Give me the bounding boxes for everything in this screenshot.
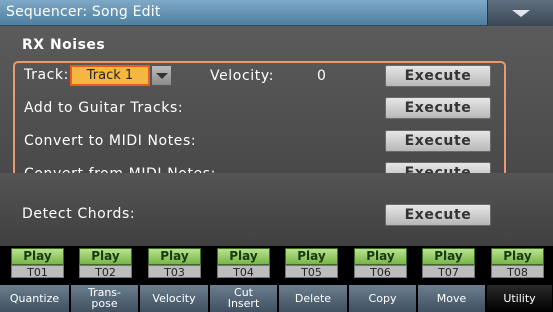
track-cell: Play T01 bbox=[11, 248, 64, 279]
track-strip: Play T01 Play T02 Play T03 Play T04 Play… bbox=[0, 246, 553, 279]
track-cell: Play T03 bbox=[148, 248, 201, 279]
track-number: T08 bbox=[491, 265, 544, 279]
track-dropdown-button[interactable] bbox=[151, 65, 172, 86]
track-number: T01 bbox=[11, 265, 64, 279]
tab-delete[interactable]: Delete bbox=[279, 285, 348, 312]
add-guitar-label: Add to Guitar Tracks: bbox=[24, 100, 184, 116]
play-button[interactable]: Play bbox=[148, 248, 201, 265]
execute-rx-button[interactable]: Execute bbox=[385, 65, 491, 87]
section-title: RX Noises bbox=[22, 37, 106, 53]
track-cell: Play T07 bbox=[422, 248, 475, 279]
play-button[interactable]: Play bbox=[354, 248, 407, 265]
play-button[interactable]: Play bbox=[422, 248, 475, 265]
track-number: T05 bbox=[285, 265, 338, 279]
tab-move[interactable]: Move bbox=[418, 285, 486, 312]
convert-to-midi-label: Convert to MIDI Notes: bbox=[24, 133, 197, 149]
track-number: T02 bbox=[79, 265, 132, 279]
track-cell: Play T05 bbox=[285, 248, 338, 279]
execute-detect-chords-button[interactable]: Execute bbox=[385, 204, 491, 226]
track-cell: Play T08 bbox=[491, 248, 544, 279]
track-number: T07 bbox=[422, 265, 475, 279]
detect-chords-label: Detect Chords: bbox=[22, 206, 136, 222]
track-cell: Play T02 bbox=[79, 248, 132, 279]
track-number: T03 bbox=[148, 265, 201, 279]
play-button[interactable]: Play bbox=[79, 248, 132, 265]
track-number: T04 bbox=[217, 265, 270, 279]
tab-transpose[interactable]: Trans- pose bbox=[71, 285, 139, 312]
window-title: Sequencer: Song Edit bbox=[6, 4, 161, 20]
tab-copy[interactable]: Copy bbox=[349, 285, 417, 312]
play-button[interactable]: Play bbox=[217, 248, 270, 265]
tab-bar: Quantize Trans- pose Velocity Cut Insert… bbox=[0, 285, 553, 312]
velocity-value[interactable]: 0 bbox=[317, 68, 326, 84]
track-select[interactable]: Track 1 bbox=[70, 65, 150, 86]
velocity-label: Velocity: bbox=[210, 68, 275, 84]
chevron-down-icon bbox=[512, 10, 530, 17]
detect-panel: Detect Chords: Execute bbox=[0, 173, 553, 246]
play-button[interactable]: Play bbox=[285, 248, 338, 265]
title-bar: Sequencer: Song Edit bbox=[0, 0, 553, 26]
track-number: T06 bbox=[354, 265, 407, 279]
tab-cut-insert[interactable]: Cut Insert bbox=[210, 285, 278, 312]
track-cell: Play T06 bbox=[354, 248, 407, 279]
tab-utility[interactable]: Utility bbox=[487, 285, 553, 312]
page-menu-button[interactable] bbox=[487, 0, 553, 26]
chevron-down-icon bbox=[156, 73, 168, 79]
execute-add-guitar-button[interactable]: Execute bbox=[385, 97, 491, 119]
tab-velocity[interactable]: Velocity bbox=[140, 285, 209, 312]
track-label: Track: bbox=[24, 67, 69, 83]
track-cell: Play T04 bbox=[217, 248, 270, 279]
execute-convert-to-button[interactable]: Execute bbox=[385, 130, 491, 152]
tab-quantize[interactable]: Quantize bbox=[0, 285, 70, 312]
play-button[interactable]: Play bbox=[11, 248, 64, 265]
play-button[interactable]: Play bbox=[491, 248, 544, 265]
